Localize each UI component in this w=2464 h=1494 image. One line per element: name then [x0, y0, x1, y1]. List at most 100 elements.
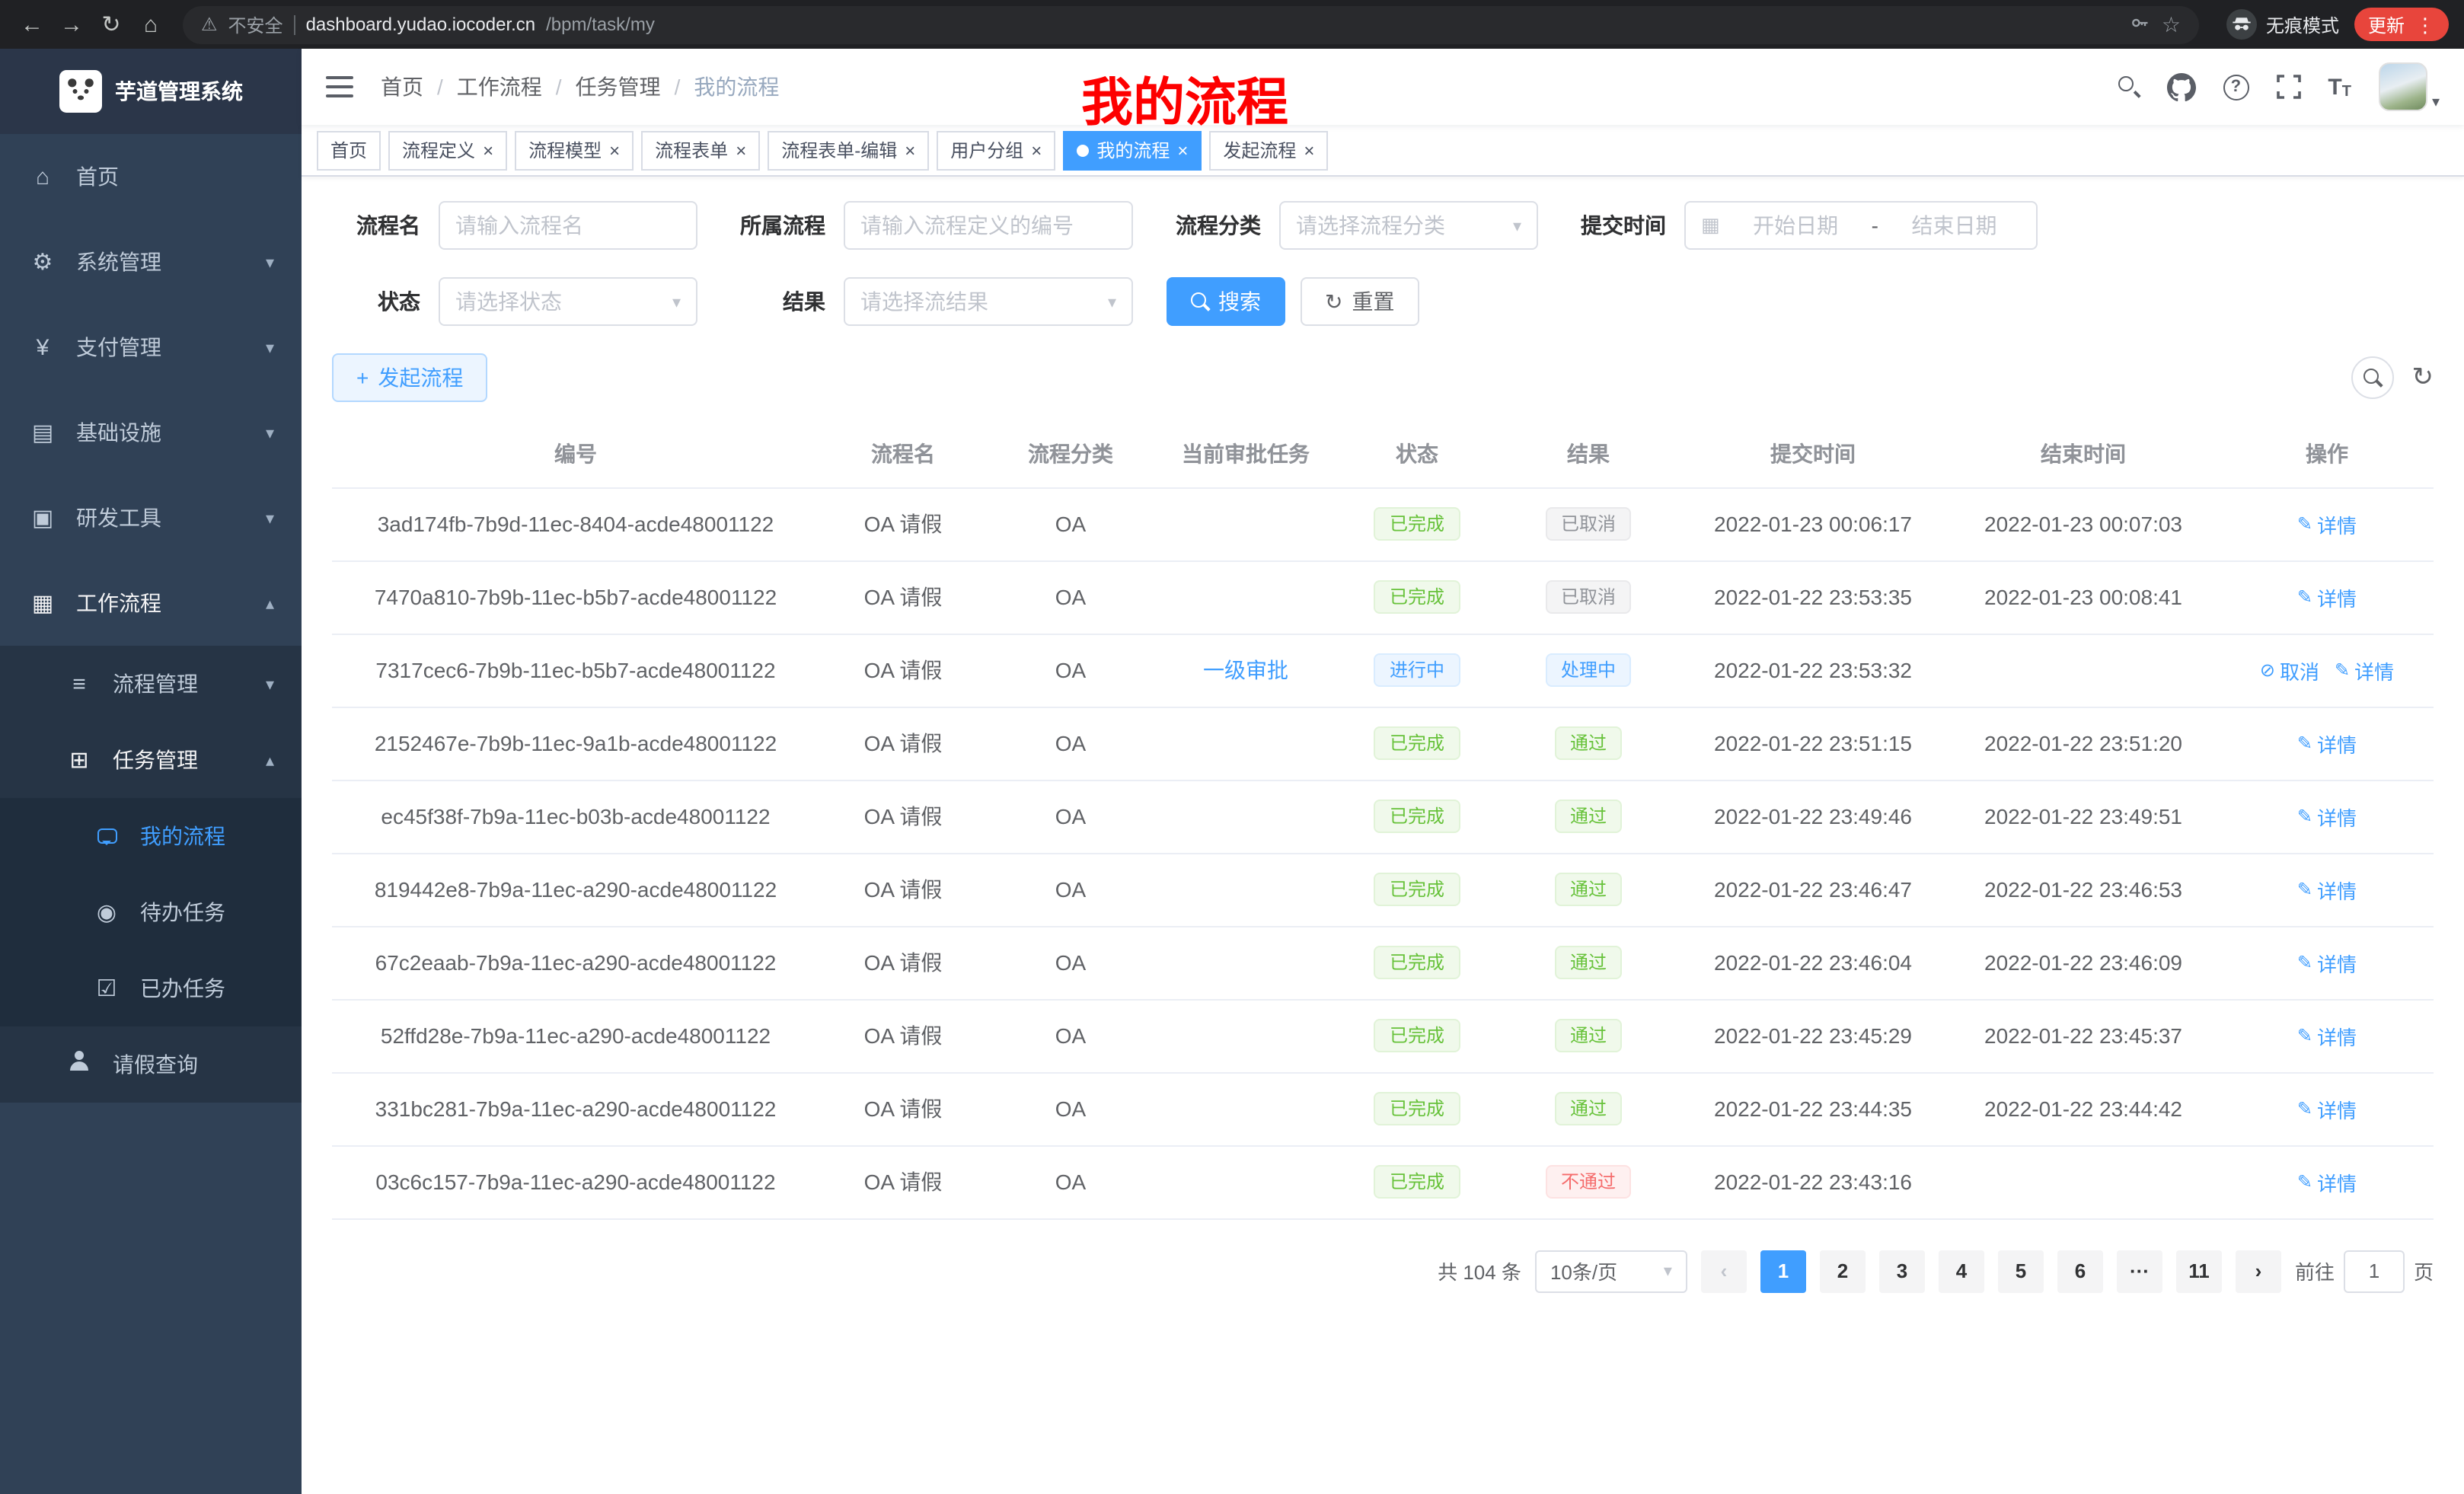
detail-action-link[interactable]: ✎详情 — [2297, 1021, 2357, 1050]
tab-item[interactable]: 流程定义× — [388, 130, 507, 170]
tab-close-icon[interactable]: × — [736, 141, 746, 159]
detail-action-link[interactable]: ✎详情 — [2297, 1167, 2357, 1196]
page-number-button[interactable]: 11 — [2176, 1250, 2222, 1292]
cell-actions: ✎详情 — [2220, 926, 2434, 999]
search-button[interactable]: 搜索 — [1167, 277, 1285, 326]
goto-page-input[interactable] — [2344, 1250, 2405, 1292]
status-select[interactable]: 请选择状态 ▾ — [439, 277, 697, 326]
tab-close-icon[interactable]: × — [905, 141, 915, 159]
toggle-search-button[interactable] — [2351, 356, 2394, 399]
bookmark-star-icon[interactable]: ☆ — [2162, 11, 2181, 37]
result-badge: 通过 — [1555, 873, 1622, 906]
refresh-table-icon[interactable]: ↻ — [2412, 362, 2434, 393]
tab-close-icon[interactable]: × — [1031, 141, 1042, 159]
reset-button[interactable]: ↻ 重置 — [1301, 277, 1419, 326]
sidebar-item-devtools[interactable]: ▣ 研发工具 ▾ — [0, 475, 302, 560]
sidebar-item-task-management[interactable]: ⊞ 任务管理 ▴ — [0, 722, 302, 798]
avatar[interactable] — [2379, 62, 2427, 111]
filter-submit-time: 提交时间 ▦ 开始日期 - 结束日期 — [1572, 201, 2038, 250]
tab-close-icon[interactable]: × — [1177, 141, 1188, 159]
url-path: /bpm/task/my — [546, 14, 655, 35]
detail-action-link[interactable]: ✎详情 — [2297, 875, 2357, 904]
fullscreen-icon[interactable] — [2276, 75, 2300, 99]
link-label: 详情 — [2317, 509, 2357, 538]
forward-button[interactable]: → — [52, 5, 91, 44]
sidebar-item-payment[interactable]: ¥ 支付管理 ▾ — [0, 305, 302, 390]
detail-action-link[interactable]: ✎详情 — [2297, 802, 2357, 831]
sidebar-item-home[interactable]: ⌂ 首页 — [0, 134, 302, 219]
home-button[interactable]: ⌂ — [131, 5, 171, 44]
tab-close-icon[interactable]: × — [1304, 141, 1314, 159]
sidebar-logo[interactable]: 芋道管理系统 — [0, 49, 302, 134]
prev-page-button[interactable]: ‹ — [1701, 1250, 1747, 1292]
create-process-button[interactable]: + 发起流程 — [332, 353, 487, 402]
browser-menu-icon[interactable]: ⋮ — [2415, 14, 2435, 34]
breadcrumb-item[interactable]: 任务管理 — [576, 72, 661, 102]
cell-process-name: OA 请假 — [819, 1145, 987, 1218]
page-number-button[interactable]: 6 — [2057, 1250, 2103, 1292]
tab-item[interactable]: 流程表单× — [641, 130, 760, 170]
current-task-link[interactable]: 一级审批 — [1203, 655, 1288, 685]
sidebar: 芋道管理系统 ⌂ 首页 ⚙ 系统管理 ▾ ¥ 支付管理 ▾ ▤ — [0, 49, 302, 1494]
detail-action-link[interactable]: ✎详情 — [2297, 509, 2357, 538]
process-category-select[interactable]: 请选择流程分类 ▾ — [1279, 201, 1538, 250]
tab-item[interactable]: 流程模型× — [515, 130, 634, 170]
tab-item[interactable]: 流程表单-编辑× — [768, 130, 929, 170]
browser-window: ← → ↻ ⌂ ⚠ 不安全 dashboard.yudao.iocoder.cn… — [0, 0, 2464, 1494]
tab-item[interactable]: 首页 — [317, 130, 381, 170]
process-name-input[interactable] — [455, 213, 681, 238]
tab-close-icon[interactable]: × — [483, 141, 493, 159]
tab-item[interactable]: 发起流程× — [1209, 130, 1328, 170]
page-size-select[interactable]: 10条/页 ▾ — [1535, 1250, 1687, 1292]
process-definition-input[interactable] — [860, 213, 1116, 238]
page-number-button[interactable]: 2 — [1820, 1250, 1866, 1292]
detail-action-link[interactable]: ✎详情 — [2297, 1094, 2357, 1123]
field-label: 提交时间 — [1572, 210, 1666, 241]
user-menu[interactable]: ▾ — [2379, 62, 2440, 111]
browser-update-button[interactable]: 更新 ⋮ — [2354, 8, 2449, 41]
sidebar-item-process-management[interactable]: ≡ 流程管理 ▾ — [0, 646, 302, 722]
next-page-button[interactable]: › — [2236, 1250, 2281, 1292]
github-icon[interactable] — [2166, 72, 2195, 101]
password-key-icon[interactable] — [2130, 11, 2151, 37]
page-number-button[interactable]: 1 — [1760, 1250, 1806, 1292]
sidebar-menu: ⌂ 首页 ⚙ 系统管理 ▾ ¥ 支付管理 ▾ ▤ 基础设施 ▾ — [0, 134, 302, 1103]
help-icon[interactable]: ? — [2223, 74, 2249, 100]
detail-action-link[interactable]: ✎详情 — [2297, 583, 2357, 611]
detail-action-link[interactable]: ✎详情 — [2297, 729, 2357, 758]
page-number-button[interactable]: 3 — [1879, 1250, 1925, 1292]
filter-row-2: 状态 请选择状态 ▾ 结果 请选择流结果 ▾ — [332, 277, 2434, 326]
page-ellipsis[interactable]: ··· — [2117, 1250, 2162, 1292]
sidebar-item-system[interactable]: ⚙ 系统管理 ▾ — [0, 219, 302, 305]
font-size-icon[interactable]: TT — [2328, 74, 2351, 100]
breadcrumb-item[interactable]: 首页 — [381, 72, 423, 102]
cancel-action-link[interactable]: ⊘取消 — [2260, 656, 2319, 685]
submit-time-range-picker[interactable]: ▦ 开始日期 - 结束日期 — [1684, 201, 2038, 250]
tab-item[interactable]: 我的流程× — [1063, 130, 1202, 170]
page-number-button[interactable]: 5 — [1998, 1250, 2044, 1292]
sidebar-item-my-process[interactable]: 我的流程 — [0, 798, 302, 874]
back-button[interactable]: ← — [12, 5, 52, 44]
chevron-down-icon: ▾ — [1664, 1261, 1672, 1281]
sidebar-toggle-icon[interactable] — [326, 76, 353, 97]
sidebar-item-todo-tasks[interactable]: ◉ 待办任务 — [0, 874, 302, 950]
sidebar-item-leave-query[interactable]: 请假查询 — [0, 1026, 302, 1103]
filter-process-definition: 所属流程 — [731, 201, 1133, 250]
reload-button[interactable]: ↻ — [91, 5, 131, 44]
detail-action-link[interactable]: ✎详情 — [2297, 948, 2357, 977]
search-icon[interactable] — [2118, 76, 2139, 97]
result-select[interactable]: 请选择流结果 ▾ — [844, 277, 1133, 326]
page-number-button[interactable]: 4 — [1939, 1250, 1984, 1292]
process-row: 2152467e-7b9b-11ec-9a1b-acde48001122OA 请… — [332, 707, 2434, 780]
address-bar[interactable]: ⚠ 不安全 dashboard.yudao.iocoder.cn /bpm/ta… — [183, 5, 2199, 43]
detail-action-link-icon: ✎ — [2297, 586, 2312, 608]
breadcrumb-item[interactable]: 工作流程 — [457, 72, 542, 102]
detail-action-link[interactable]: ✎详情 — [2335, 656, 2394, 685]
tab-close-icon[interactable]: × — [609, 141, 620, 159]
column-header-name: 流程名 — [819, 420, 987, 487]
sidebar-item-done-tasks[interactable]: ☑ 已办任务 — [0, 950, 302, 1026]
sidebar-item-workflow[interactable]: ▦ 工作流程 ▴ — [0, 560, 302, 646]
cell-process-name: OA 请假 — [819, 780, 987, 853]
sidebar-item-infrastructure[interactable]: ▤ 基础设施 ▾ — [0, 390, 302, 475]
tab-item[interactable]: 用户分组× — [937, 130, 1055, 170]
